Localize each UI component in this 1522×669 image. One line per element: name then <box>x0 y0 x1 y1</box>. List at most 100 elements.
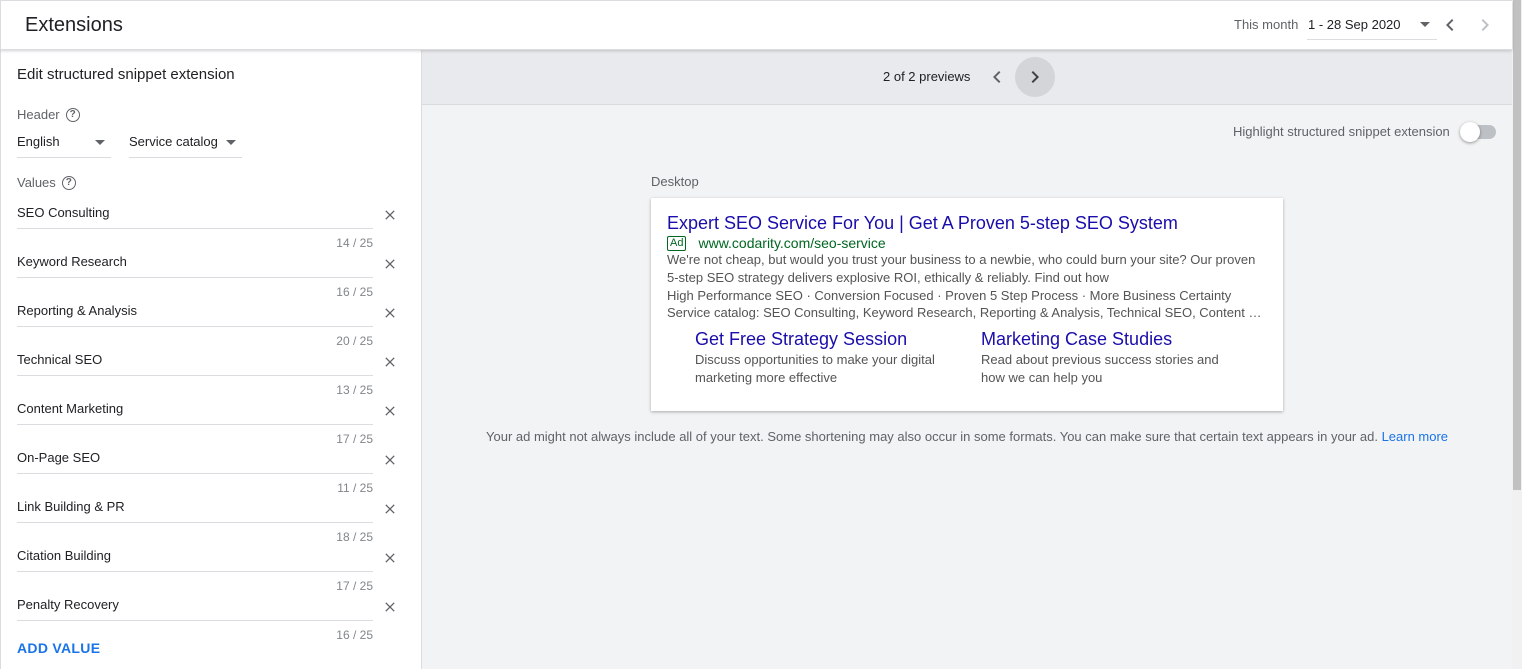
previous-period-button[interactable] <box>1438 13 1462 37</box>
preview-count: 2 of 2 previews <box>883 69 971 84</box>
next-preview-button[interactable] <box>1015 57 1055 97</box>
previous-preview-button[interactable] <box>985 65 1009 89</box>
close-icon <box>385 357 395 367</box>
header-label: Header <box>17 107 60 122</box>
value-input[interactable]: Penalty Recovery <box>17 595 373 621</box>
value-row: Technical SEO 13 / 25 <box>17 350 407 399</box>
value-input[interactable]: Reporting & Analysis <box>17 301 373 327</box>
close-icon <box>385 504 395 514</box>
value-input[interactable]: SEO Consulting <box>17 203 373 229</box>
chevron-right-icon <box>1031 71 1039 83</box>
preview-note: Your ad might not always include all of … <box>486 429 1448 444</box>
character-count: 16 / 25 <box>336 628 373 642</box>
caret-down-icon <box>95 140 105 145</box>
value-input[interactable]: Link Building & PR <box>17 497 373 523</box>
close-icon <box>385 455 395 465</box>
remove-value-button[interactable] <box>382 452 398 468</box>
date-range-select[interactable]: 1 - 28 Sep 2020 <box>1307 10 1437 40</box>
character-count: 14 / 25 <box>336 236 373 250</box>
value-text: Keyword Research <box>17 254 127 269</box>
close-icon <box>385 259 395 269</box>
ad-url-row: Ad www.codarity.com/seo-service <box>667 235 886 251</box>
character-count: 20 / 25 <box>336 334 373 348</box>
header-type-value: Service catalog <box>129 134 218 149</box>
sitelink: Get Free Strategy Session Discuss opport… <box>695 329 935 387</box>
ad-display-url: www.codarity.com/seo-service <box>698 235 886 251</box>
value-text: On-Page SEO <box>17 450 101 465</box>
sitelink-title[interactable]: Get Free Strategy Session <box>695 329 935 350</box>
sitelink-title[interactable]: Marketing Case Studies <box>981 329 1221 350</box>
value-input[interactable]: Citation Building <box>17 546 373 572</box>
highlight-toggle[interactable] <box>1460 122 1496 142</box>
language-dropdown[interactable]: English <box>17 132 111 158</box>
value-input[interactable]: Keyword Research <box>17 252 373 278</box>
value-text: Citation Building <box>17 548 111 563</box>
next-period-button[interactable] <box>1473 13 1497 37</box>
character-count: 18 / 25 <box>336 530 373 544</box>
value-row: Penalty Recovery 16 / 25 <box>17 595 407 644</box>
close-icon <box>385 210 395 220</box>
value-row: Link Building & PR 18 / 25 <box>17 497 407 546</box>
chevron-left-icon <box>993 71 1001 83</box>
close-icon <box>385 602 395 612</box>
add-value-button[interactable]: ADD VALUE <box>17 640 100 656</box>
preview-note-text: Your ad might not always include all of … <box>486 429 1378 444</box>
remove-value-button[interactable] <box>382 599 398 615</box>
remove-value-button[interactable] <box>382 207 398 223</box>
highlight-toggle-label: Highlight structured snippet extension <box>1233 124 1450 139</box>
value-row: Reporting & Analysis 20 / 25 <box>17 301 407 350</box>
help-icon[interactable]: ? <box>65 107 80 122</box>
learn-more-link[interactable]: Learn more <box>1382 429 1448 444</box>
chevron-right-icon <box>1481 19 1489 31</box>
date-range-value: 1 - 28 Sep 2020 <box>1308 17 1401 32</box>
header-type-dropdown[interactable]: Service catalog <box>129 132 242 158</box>
value-input[interactable]: Technical SEO <box>17 350 373 376</box>
sitelink-description: Discuss opportunities to make your digit… <box>695 352 935 385</box>
ad-preview-card: Expert SEO Service For You | Get A Prove… <box>651 198 1283 411</box>
page-scrollbar[interactable] <box>1512 0 1522 669</box>
close-icon <box>385 553 395 563</box>
character-count: 16 / 25 <box>336 285 373 299</box>
character-count: 17 / 25 <box>336 432 373 446</box>
remove-value-button[interactable] <box>382 550 398 566</box>
scrollbar-thumb[interactable] <box>1513 0 1521 490</box>
value-input[interactable]: Content Marketing <box>17 399 373 425</box>
character-count: 17 / 25 <box>336 579 373 593</box>
close-icon <box>385 308 395 318</box>
remove-value-button[interactable] <box>382 354 398 370</box>
chevron-left-icon <box>1446 19 1454 31</box>
values-label-row: Values ? <box>17 175 76 190</box>
remove-value-button[interactable] <box>382 501 398 517</box>
ad-badge: Ad <box>667 235 687 251</box>
date-range-label: This month <box>1234 17 1299 32</box>
toggle-knob <box>1460 122 1480 142</box>
preview-panel: 2 of 2 previews Highlight structured sni… <box>422 50 1512 669</box>
character-count: 11 / 25 <box>337 481 373 495</box>
value-row: On-Page SEO 11 / 25 <box>17 448 407 497</box>
remove-value-button[interactable] <box>382 256 398 272</box>
header-label-row: Header ? <box>17 107 80 122</box>
value-text: Content Marketing <box>17 401 124 416</box>
value-input[interactable]: On-Page SEO <box>17 448 373 474</box>
value-text: SEO Consulting <box>17 205 110 220</box>
ad-description: We're not cheap, but would you trust you… <box>667 252 1256 285</box>
value-text: Reporting & Analysis <box>17 303 137 318</box>
preview-navigation-bar: 2 of 2 previews <box>422 50 1512 105</box>
value-text: Technical SEO <box>17 352 103 367</box>
remove-value-button[interactable] <box>382 403 398 419</box>
values-label: Values <box>17 175 56 190</box>
caret-down-icon <box>1420 22 1430 27</box>
help-icon[interactable]: ? <box>61 175 76 190</box>
ad-structured-snippet: Service catalog: SEO Consulting, Keyword… <box>667 305 1267 320</box>
value-text: Link Building & PR <box>17 499 125 514</box>
page-title: Extensions <box>25 14 123 36</box>
language-value: English <box>17 134 60 149</box>
ad-headline[interactable]: Expert SEO Service For You | Get A Prove… <box>667 213 1178 234</box>
value-row: Citation Building 17 / 25 <box>17 546 407 595</box>
edit-panel: Edit structured snippet extension Header… <box>0 50 422 669</box>
character-count: 13 / 25 <box>336 383 373 397</box>
edit-panel-heading: Edit structured snippet extension <box>17 66 235 83</box>
ad-callouts: High Performance SEO · Conversion Focuse… <box>667 288 1232 303</box>
sitelink-description: Read about previous success stories and … <box>981 352 1219 385</box>
remove-value-button[interactable] <box>382 305 398 321</box>
